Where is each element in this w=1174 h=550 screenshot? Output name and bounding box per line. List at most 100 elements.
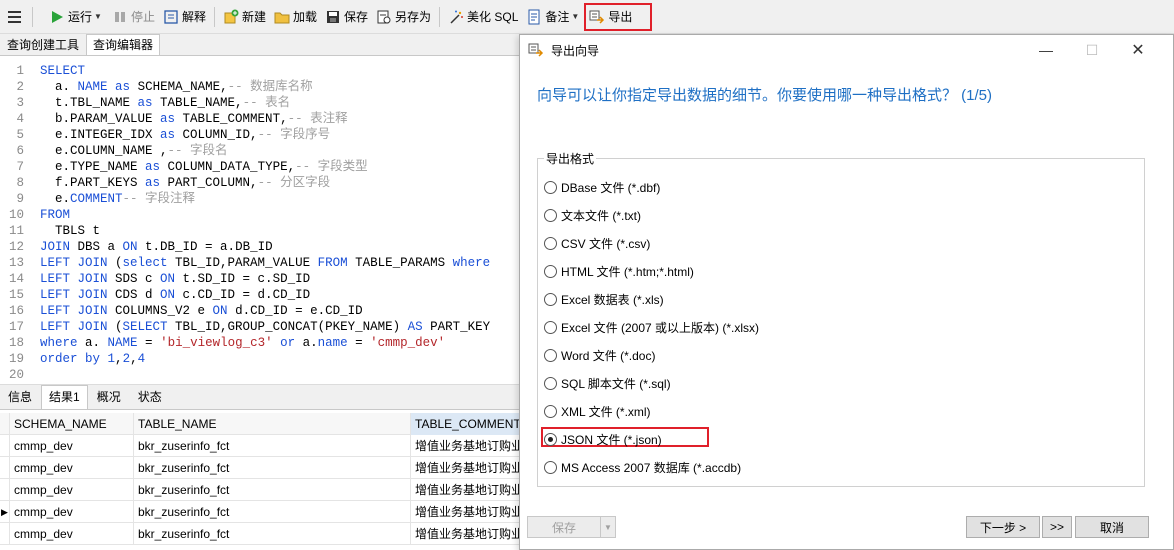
table-cell[interactable]: 增值业务基地订购业 [411,523,520,545]
format-option-dbf[interactable]: DBase 文件 (*.dbf) [544,178,660,196]
minimize-icon[interactable]: — [1023,35,1069,65]
editor-tabs: 查询创建工具 查询编辑器 [0,34,520,56]
radio-button[interactable] [544,460,557,474]
radio-button-selected[interactable] [544,432,557,446]
format-option-sql[interactable]: SQL 脚本文件 (*.sql) [544,374,671,392]
divider [32,6,33,27]
cancel-button[interactable]: 取消 [1075,516,1149,538]
play-icon [49,9,65,25]
export-button[interactable]: 导出 [584,2,653,31]
result-grid[interactable]: SCHEMA_NAME TABLE_NAME TABLE_COMMENT cmm… [0,413,520,550]
export-icon [528,42,544,58]
table-cell[interactable]: bkr_zuserinfo_fct [134,457,411,479]
magic-wand-icon [448,9,464,25]
table-cell[interactable]: bkr_zuserinfo_fct [134,435,411,457]
table-row[interactable]: cmmp_dev bkr_zuserinfo_fct 增值业务基地订购业 [0,435,520,457]
run-button[interactable]: 运行 ▼ [45,4,108,30]
current-row-arrow-icon: ▶ [0,501,10,523]
chevron-down-icon[interactable]: ▼ [94,12,102,21]
code-line: 4 b.PARAM_VALUE as TABLE_COMMENT,-- 表注释 [16,112,348,126]
code-line: 15 LEFT JOIN CDS d ON c.CD_ID = d.CD_ID [8,288,311,302]
code-line: 14 LEFT JOIN SDS c ON t.SD_ID = c.SD_ID [8,272,311,286]
export-wizard-dialog: 导出向导 — ☐ ✕ 向导可以让你指定导出数据的细节。你要使用哪一种导出格式？ … [519,34,1174,550]
format-option-txt[interactable]: 文本文件 (*.txt) [544,206,641,224]
note-button[interactable]: 备注 ▼ [522,4,585,30]
load-button[interactable]: 加载 [270,4,321,30]
row-indicator [0,435,10,457]
table-row[interactable]: ▶ cmmp_dev bkr_zuserinfo_fct 增值业务基地订购业 [0,501,520,523]
table-cell[interactable]: 增值业务基地订购业 [411,457,520,479]
format-option-xlsx[interactable]: Excel 文件 (2007 或以上版本) (*.xlsx) [544,318,759,336]
table-cell[interactable]: 增值业务基地订购业 [411,501,520,523]
maximize-icon[interactable]: ☐ [1069,35,1115,65]
radio-button[interactable] [544,292,557,306]
format-option-doc[interactable]: Word 文件 (*.doc) [544,346,655,364]
tab-query-editor[interactable]: 查询编辑器 [86,34,161,55]
run-label: 运行 [68,10,93,24]
radio-button[interactable] [544,180,557,194]
table-row[interactable]: cmmp_dev bkr_zuserinfo_fct 增值业务基地订购业 [0,457,520,479]
beautify-label: 美化 SQL [467,10,519,24]
tab-info[interactable]: 信息 [0,385,40,409]
chevron-down-icon: ▼ [604,522,612,532]
table-cell[interactable]: cmmp_dev [10,479,134,501]
next-button[interactable]: 下一步 > [966,516,1040,538]
table-cell[interactable]: bkr_zuserinfo_fct [134,523,411,545]
dialog-footer: 保存 ▼ 下一步 > >> 取消 [520,493,1173,549]
table-cell[interactable]: cmmp_dev [10,523,134,545]
tab-result1[interactable]: 结果1 [41,385,88,409]
row-indicator [0,413,10,435]
save-as-button[interactable]: 另存为 [372,4,435,30]
format-option-json[interactable]: JSON 文件 (*.json) [544,430,662,448]
stop-button[interactable]: 停止 [108,4,159,30]
row-indicator [0,523,10,545]
menu-icon[interactable] [0,4,28,30]
format-option-html[interactable]: HTML 文件 (*.htm;*.html) [544,262,694,280]
radio-button[interactable] [544,348,557,362]
format-option-xls[interactable]: Excel 数据表 (*.xls) [544,290,664,308]
tab-query-builder[interactable]: 查询创建工具 [0,34,86,55]
code-line: 2 a. NAME as SCHEMA_NAME,-- 数据库名称 [16,80,313,94]
format-option-csv[interactable]: CSV 文件 (*.csv) [544,234,650,252]
radio-button[interactable] [544,208,557,222]
table-row[interactable]: cmmp_dev bkr_zuserinfo_fct 增值业务基地订购业 [0,479,520,501]
tab-status[interactable]: 状态 [130,385,170,409]
radio-button[interactable] [544,376,557,390]
explain-label: 解释 [181,10,206,24]
beautify-sql-button[interactable]: 美化 SQL [444,4,522,30]
new-button[interactable]: 新建 [219,4,270,30]
radio-button[interactable] [544,264,557,278]
save-as-label: 另存为 [395,10,432,24]
radio-button[interactable] [544,236,557,250]
tab-overview[interactable]: 概况 [89,385,129,409]
close-icon[interactable]: ✕ [1115,35,1161,65]
code-line: 6 e.COLUMN_NAME ,-- 字段名 [16,144,228,158]
explain-button[interactable]: 解释 [159,4,210,30]
sql-editor[interactable]: 1 SELECT 2 a. NAME as SCHEMA_NAME,-- 数据库名… [0,57,520,383]
save-profile-button[interactable]: 保存 [527,516,601,538]
column-header[interactable]: SCHEMA_NAME [10,413,134,435]
code-line: 1 SELECT [16,64,86,78]
last-step-button[interactable]: >> [1042,516,1072,538]
code-line: 20 [8,368,24,382]
code-line: 7 e.TYPE_NAME as COLUMN_DATA_TYPE,-- 字段类… [16,160,368,174]
table-cell[interactable]: 增值业务基地订购业 [411,479,520,501]
format-option-xml[interactable]: XML 文件 (*.xml) [544,402,651,420]
column-header[interactable]: TABLE_COMMENT [411,413,520,435]
table-cell[interactable]: 增值业务基地订购业 [411,435,520,457]
table-cell[interactable]: cmmp_dev [10,435,134,457]
code-line: 10 FROM [8,208,71,222]
format-option-accdb[interactable]: MS Access 2007 数据库 (*.accdb) [544,458,741,476]
save-button[interactable]: 保存 [321,4,372,30]
export-label: 导出 [608,10,633,24]
table-row[interactable]: cmmp_dev bkr_zuserinfo_fct 增值业务基地订购业 [0,523,520,545]
table-cell[interactable]: cmmp_dev [10,501,134,523]
radio-button[interactable] [544,320,557,334]
table-cell[interactable]: bkr_zuserinfo_fct [134,501,411,523]
table-cell[interactable]: bkr_zuserinfo_fct [134,479,411,501]
chevron-down-icon[interactable]: ▼ [571,12,579,21]
column-header[interactable]: TABLE_NAME [134,413,411,435]
save-dropdown-button[interactable]: ▼ [600,516,616,538]
table-cell[interactable]: cmmp_dev [10,457,134,479]
radio-button[interactable] [544,404,557,418]
